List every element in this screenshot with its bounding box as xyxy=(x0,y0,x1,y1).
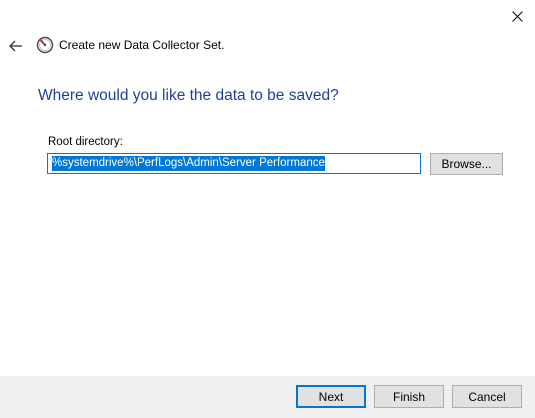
next-button[interactable]: Next xyxy=(296,385,366,408)
root-directory-input[interactable]: %systemdrive%\PerfLogs\Admin\Server Perf… xyxy=(47,153,421,174)
root-directory-value: %systemdrive%\PerfLogs\Admin\Server Perf… xyxy=(52,156,325,171)
page-heading: Where would you like the data to be save… xyxy=(38,87,339,104)
root-directory-label: Root directory: xyxy=(48,136,123,148)
back-arrow-icon xyxy=(9,40,22,52)
dialog-title: Create new Data Collector Set. xyxy=(59,38,225,52)
finish-button[interactable]: Finish xyxy=(374,385,444,408)
cancel-button[interactable]: Cancel xyxy=(452,385,522,408)
close-button[interactable] xyxy=(499,0,535,32)
performance-monitor-icon xyxy=(36,36,54,54)
close-icon xyxy=(511,10,523,22)
back-button[interactable] xyxy=(6,36,26,56)
wizard-window: Create new Data Collector Set. Where wou… xyxy=(0,0,535,418)
browse-button[interactable]: Browse... xyxy=(430,153,503,175)
